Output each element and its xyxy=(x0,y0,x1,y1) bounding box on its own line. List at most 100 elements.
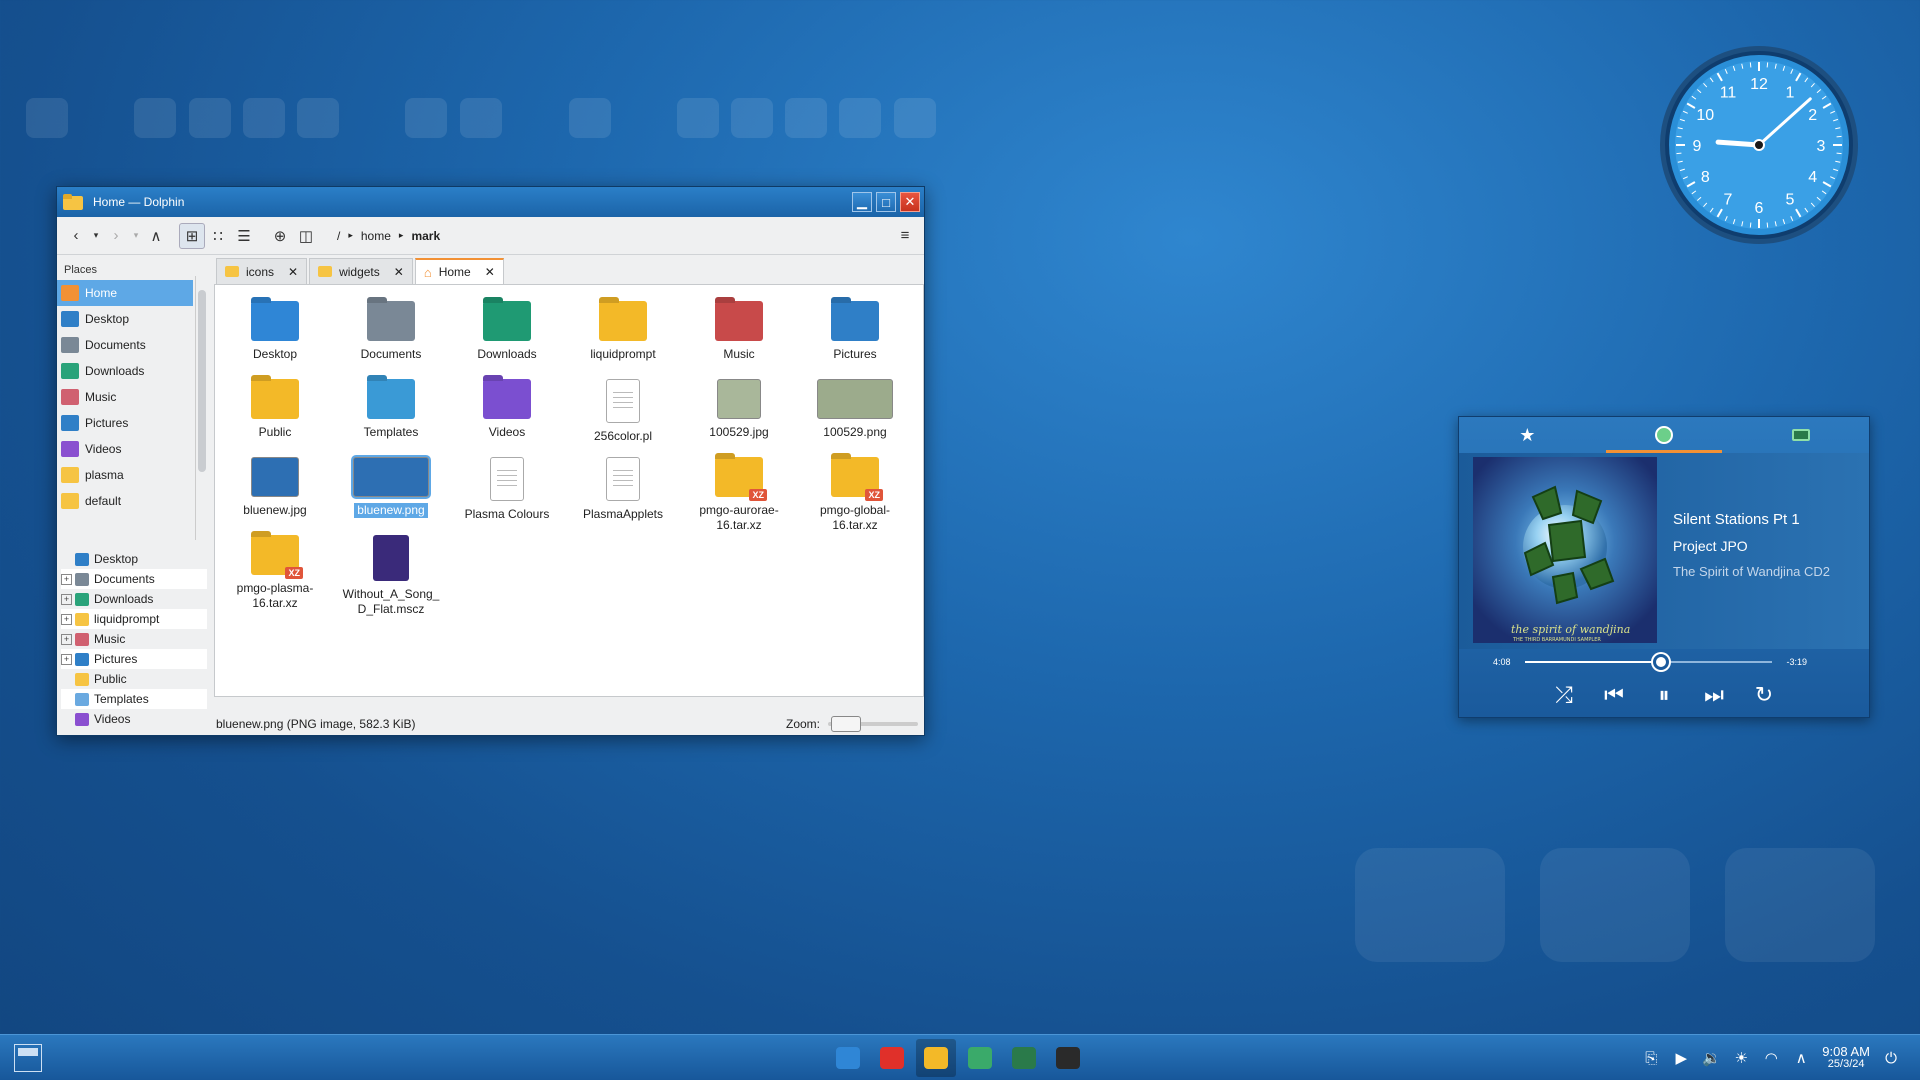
file-item[interactable]: 100529.png xyxy=(805,379,905,440)
brightness-icon[interactable]: ☀ xyxy=(1732,1049,1750,1067)
application-launcher-icon[interactable] xyxy=(14,1043,42,1072)
split-view-icon[interactable]: ◫ xyxy=(293,223,319,249)
tab-widgets[interactable]: widgets ✕ xyxy=(309,258,413,284)
places-item-plasma[interactable]: plasma xyxy=(57,462,193,488)
display-tab[interactable] xyxy=(1732,417,1869,453)
tree-item-videos[interactable]: Videos xyxy=(61,709,207,729)
file-item[interactable]: Without_A_Song_D_Flat.mscz xyxy=(341,535,441,617)
file-item[interactable]: bluenew.jpg xyxy=(225,457,325,518)
places-item-desktop[interactable]: Desktop xyxy=(57,306,193,332)
repeat-icon[interactable]: ↻ xyxy=(1750,682,1778,708)
file-item[interactable]: Plasma Colours xyxy=(457,457,557,522)
tree-item-liquidprompt[interactable]: + liquidprompt xyxy=(61,609,207,629)
places-item-label: Documents xyxy=(85,338,146,352)
back-icon[interactable]: ‹ xyxy=(63,223,89,249)
breadcrumb-root[interactable]: / xyxy=(337,229,340,243)
tree-item-music[interactable]: + Music xyxy=(61,629,207,649)
file-item[interactable]: bluenew.png xyxy=(341,457,441,518)
dolphin-task[interactable] xyxy=(916,1039,956,1077)
file-view[interactable]: Desktop Documents Downloads liquidprompt Mus… xyxy=(214,284,924,697)
tab-icons[interactable]: icons ✕ xyxy=(216,258,308,284)
media-play-icon[interactable]: ▶ xyxy=(1672,1049,1690,1067)
file-item[interactable]: Public xyxy=(225,379,325,440)
maximize-button[interactable]: □ xyxy=(876,192,896,212)
file-item[interactable]: Pictures xyxy=(805,301,905,362)
file-item[interactable]: pmgo-global-16.tar.xz xyxy=(805,457,905,533)
tree-item-desktop[interactable]: Desktop xyxy=(61,549,207,569)
details-view-icon[interactable]: ☰ xyxy=(231,223,257,249)
close-tab-icon[interactable]: ✕ xyxy=(288,265,298,279)
up-icon[interactable]: ∧ xyxy=(143,223,169,249)
file-item[interactable]: pmgo-aurorae-16.tar.xz xyxy=(689,457,789,533)
monitor-icon xyxy=(1012,1047,1036,1069)
clock-number: 3 xyxy=(1817,138,1826,155)
terminal-task[interactable] xyxy=(1048,1039,1088,1077)
file-item[interactable]: liquidprompt xyxy=(573,301,673,362)
file-item[interactable]: 256color.pl xyxy=(573,379,673,444)
shuffle-icon[interactable]: ⤮ xyxy=(1550,682,1578,708)
file-item[interactable]: Documents xyxy=(341,301,441,362)
places-item-music[interactable]: Music xyxy=(57,384,193,410)
places-item-default[interactable]: default xyxy=(57,488,193,514)
expand-icon[interactable]: + xyxy=(61,593,72,605)
places-item-home[interactable]: Home xyxy=(57,280,193,306)
compact-view-icon[interactable]: ∷ xyxy=(205,223,231,249)
close-tab-icon[interactable]: ✕ xyxy=(394,265,404,279)
analog-clock[interactable]: 12 1234567891011 xyxy=(1658,44,1860,246)
previous-track-icon[interactable]: ⏮ xyxy=(1600,682,1628,708)
monitor-task[interactable] xyxy=(1004,1039,1044,1077)
tree-item-pictures[interactable]: + Pictures xyxy=(61,649,207,669)
expand-tray-icon[interactable]: ∧ xyxy=(1792,1049,1810,1067)
places-item-pictures[interactable]: Pictures xyxy=(57,410,193,436)
file-item[interactable]: PlasmaApplets xyxy=(573,457,673,522)
vivaldi-task[interactable] xyxy=(872,1039,912,1077)
media-task[interactable] xyxy=(960,1039,1000,1077)
tree-item-templates[interactable]: Templates xyxy=(61,689,207,709)
tree-item-downloads[interactable]: + Downloads xyxy=(61,589,207,609)
file-item[interactable]: Desktop xyxy=(225,301,325,362)
file-item[interactable]: 100529.jpg xyxy=(689,379,789,440)
places-scrollbar[interactable] xyxy=(195,276,207,540)
expand-icon[interactable]: + xyxy=(61,573,72,585)
zoom-slider-handle[interactable] xyxy=(831,716,861,732)
clipboard-icon[interactable]: ⎘ xyxy=(1642,1050,1660,1067)
window-titlebar[interactable]: Home — Dolphin ▁ □ ✕ xyxy=(57,187,924,217)
file-item[interactable]: Music xyxy=(689,301,789,362)
places-item-downloads[interactable]: Downloads xyxy=(57,358,193,384)
places-item-documents[interactable]: Documents xyxy=(57,332,193,358)
icons-view-icon[interactable]: ⊞ xyxy=(179,222,205,249)
close-button[interactable]: ✕ xyxy=(900,192,920,212)
file-item[interactable]: pmgo-plasma-16.tar.xz xyxy=(225,535,325,611)
forward-icon[interactable]: › xyxy=(103,223,129,249)
expand-icon[interactable]: + xyxy=(61,653,72,665)
minimize-button[interactable]: ▁ xyxy=(852,192,872,212)
favorites-tab[interactable]: ★ xyxy=(1459,417,1596,453)
breadcrumb-home[interactable]: home xyxy=(361,229,391,243)
seek-slider[interactable] xyxy=(1524,654,1773,670)
file-item[interactable]: Templates xyxy=(341,379,441,440)
tree-item-public[interactable]: Public xyxy=(61,669,207,689)
expand-icon[interactable]: + xyxy=(61,613,72,625)
tab-home[interactable]: ⌂ Home ✕ xyxy=(414,258,504,284)
tree-item-documents[interactable]: + Documents xyxy=(61,569,207,589)
breadcrumb-mark[interactable]: mark xyxy=(411,229,440,243)
expand-icon[interactable]: + xyxy=(61,633,72,645)
forward-history-chevron-icon[interactable]: ▾ xyxy=(129,223,143,249)
file-item[interactable]: Videos xyxy=(457,379,557,440)
hamburger-menu-icon[interactable]: ≡ xyxy=(892,223,918,249)
digital-clock[interactable]: 9:08 AM 25/3/24 xyxy=(1822,1045,1870,1071)
power-icon[interactable]: ⏻ xyxy=(1882,1050,1900,1067)
back-history-chevron-icon[interactable]: ▾ xyxy=(89,223,103,249)
network-task[interactable] xyxy=(828,1039,868,1077)
next-track-icon[interactable]: ⏭ xyxy=(1700,682,1728,708)
pause-icon[interactable]: ⏸ xyxy=(1650,682,1678,708)
wifi-icon[interactable]: ◠ xyxy=(1762,1049,1780,1067)
media-player-tab[interactable] xyxy=(1596,417,1733,453)
new-tab-icon[interactable]: ⊕ xyxy=(267,223,293,249)
places-item-videos[interactable]: Videos xyxy=(57,436,193,462)
volume-icon[interactable]: 🔉 xyxy=(1702,1049,1721,1067)
close-tab-icon[interactable]: ✕ xyxy=(485,265,495,279)
file-item[interactable]: Downloads xyxy=(457,301,557,362)
zoom-slider[interactable] xyxy=(828,716,918,732)
seek-handle[interactable] xyxy=(1652,654,1669,670)
